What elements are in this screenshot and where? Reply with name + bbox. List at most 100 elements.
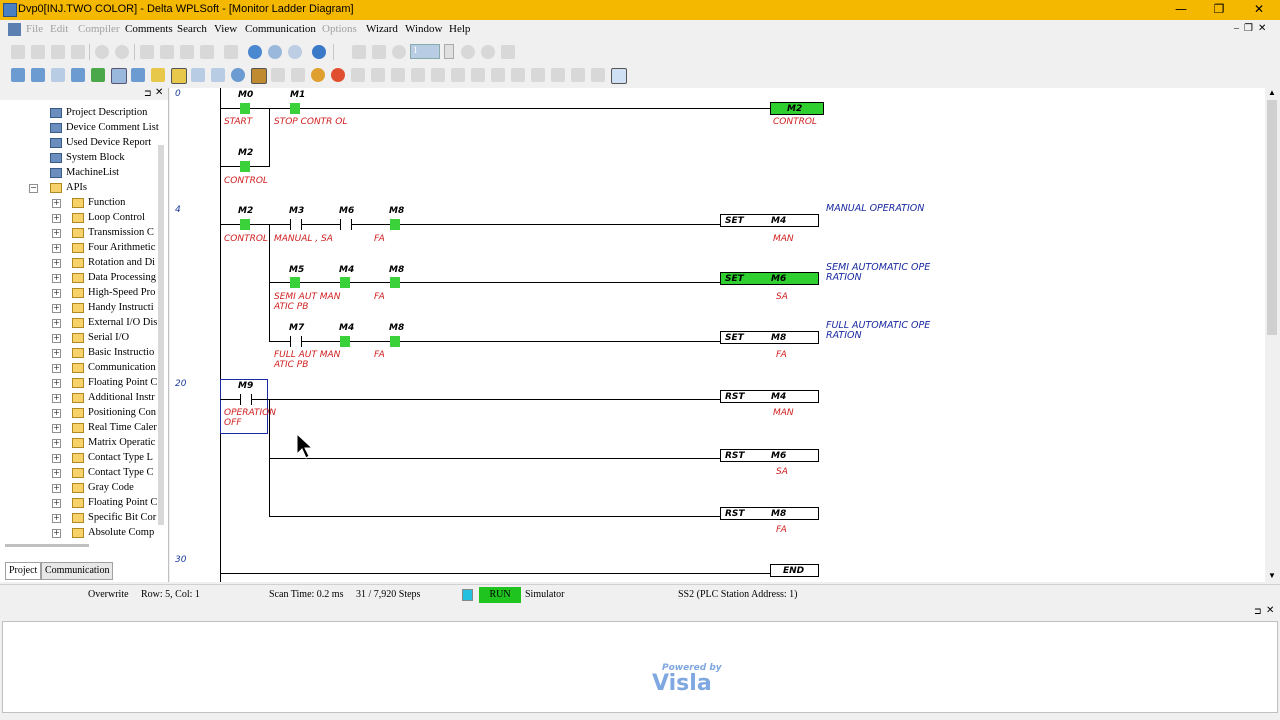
close-button[interactable]: ✕ [1240, 0, 1278, 20]
menu-wizard[interactable]: Wizard [366, 23, 398, 35]
coil-icon[interactable] [391, 68, 405, 82]
menu-edit[interactable]: Edit [50, 23, 68, 35]
upload-icon[interactable] [372, 45, 386, 59]
coil-rst-m6[interactable]: RST M6 [720, 449, 819, 462]
open-icon[interactable] [31, 45, 45, 59]
output-close-icon[interactable]: ✕ [1266, 605, 1274, 616]
expand-icon[interactable]: + [52, 349, 61, 358]
tree-item[interactable]: + Additional Instr [0, 391, 160, 406]
step-spinner[interactable] [444, 44, 454, 59]
reset-icon[interactable] [501, 45, 515, 59]
tree-item[interactable]: + Matrix Operatic [0, 436, 160, 451]
tree-item[interactable]: Used Device Report [0, 136, 160, 151]
step-input[interactable]: 1 [410, 44, 440, 59]
invert-icon[interactable] [511, 68, 525, 82]
menu-options[interactable]: Options [322, 23, 357, 35]
expand-icon[interactable]: + [52, 199, 61, 208]
menu-search[interactable]: Search [177, 23, 207, 35]
expand-icon[interactable]: + [52, 424, 61, 433]
mdi-restore-icon[interactable]: ❐ [1244, 23, 1253, 34]
expand-icon[interactable]: + [52, 484, 61, 493]
menu-comments[interactable]: Comments [125, 23, 173, 35]
tree-item[interactable]: System Block [0, 151, 160, 166]
contact-m0[interactable] [240, 103, 250, 114]
hline-icon[interactable] [411, 68, 425, 82]
stop-icon[interactable] [481, 45, 495, 59]
contact-m5[interactable] [290, 277, 300, 288]
expand-icon[interactable]: + [52, 304, 61, 313]
tree-item[interactable]: + Four Arithmetic [0, 241, 160, 256]
scroll-up-icon[interactable]: ▲ [1268, 88, 1276, 97]
contact-m1[interactable] [290, 103, 300, 114]
tab-communication[interactable]: Communication [41, 562, 114, 580]
falling-edge-icon[interactable] [491, 68, 505, 82]
tree-item[interactable]: + Serial I/O [0, 331, 160, 346]
coil-rst-m4[interactable]: RST M4 [720, 390, 819, 403]
coil-set-m8[interactable]: SET M8 [720, 331, 819, 344]
contact-m8[interactable] [390, 277, 400, 288]
run-icon[interactable] [461, 45, 475, 59]
expand-icon[interactable]: + [52, 319, 61, 328]
pin-icon[interactable] [231, 68, 245, 82]
app-icon[interactable] [3, 3, 17, 17]
pen-icon[interactable] [171, 68, 187, 84]
end-instruction[interactable]: END [770, 564, 819, 577]
tab-project[interactable]: Project [5, 562, 42, 580]
expand-icon[interactable]: + [52, 259, 61, 268]
contact-no-icon[interactable] [351, 68, 365, 82]
contact-m2[interactable] [240, 161, 250, 172]
minimize-button[interactable]: — [1162, 0, 1200, 20]
contact-m2[interactable] [240, 219, 250, 230]
save-icon[interactable] [51, 45, 65, 59]
expand-icon[interactable]: + [52, 364, 61, 373]
apply-icon[interactable] [451, 68, 465, 82]
menu-help[interactable]: Help [449, 23, 470, 35]
coil-rst-m8[interactable]: RST M8 [720, 507, 819, 520]
tree-item[interactable]: + Real Time Caler [0, 421, 160, 436]
scroll-thumb[interactable] [1267, 100, 1277, 335]
contact-m8[interactable] [390, 336, 400, 347]
expand-icon[interactable]: + [52, 244, 61, 253]
menu-compiler[interactable]: Compiler [78, 23, 120, 35]
panel-close-icon[interactable]: ✕ [155, 87, 163, 98]
tree-item[interactable]: + Handy Instructi [0, 301, 160, 316]
online-icon[interactable] [95, 45, 109, 59]
paste-special-icon[interactable] [200, 45, 214, 59]
tree-item[interactable]: + Floating Point C [0, 376, 160, 391]
scroll-down-icon[interactable]: ▼ [1268, 571, 1276, 580]
cut-icon[interactable] [140, 45, 154, 59]
expand-icon[interactable]: + [52, 499, 61, 508]
zoom-out-icon[interactable] [268, 45, 282, 59]
expand-icon[interactable]: + [52, 454, 61, 463]
tree-item[interactable]: + Rotation and Di [0, 256, 160, 271]
tree-item[interactable]: + Specific Bit Cor [0, 511, 160, 526]
replace-icon[interactable] [591, 68, 605, 82]
insert-row-icon[interactable] [191, 68, 205, 82]
coil-set-m6[interactable]: SET M6 [720, 272, 819, 285]
new-icon[interactable] [11, 45, 25, 59]
expand-icon[interactable]: + [52, 334, 61, 343]
block-icon[interactable] [271, 68, 285, 82]
maximize-button[interactable]: ❐ [1200, 0, 1238, 20]
tree-item[interactable]: + Data Processing [0, 271, 160, 286]
menu-window[interactable]: Window [405, 23, 442, 35]
ladder-vscrollbar[interactable]: ▲ ▼ [1265, 88, 1280, 582]
expand-icon[interactable]: + [52, 274, 61, 283]
stop-sign-icon[interactable] [331, 68, 345, 82]
expand-icon[interactable]: + [52, 214, 61, 223]
contact-m4[interactable] [340, 336, 350, 347]
output-pin-icon[interactable]: ⊐ [1254, 606, 1262, 617]
tree-item[interactable]: + Loop Control [0, 211, 160, 226]
tree-item[interactable]: Project Description [0, 106, 160, 121]
delete-row-icon[interactable] [211, 68, 225, 82]
expand-icon[interactable]: + [52, 379, 61, 388]
panel-pin-icon[interactable]: ⊐ [144, 88, 152, 99]
tree-item[interactable]: + Gray Code [0, 481, 160, 496]
expand-icon[interactable]: + [52, 289, 61, 298]
monitor-mode-icon[interactable] [111, 68, 127, 84]
mdi-close-icon[interactable]: ✕ [1258, 23, 1266, 34]
tree-item[interactable]: + Communication [0, 361, 160, 376]
expand-icon[interactable]: + [52, 439, 61, 448]
collapse-icon[interactable]: − [29, 184, 38, 193]
contact-m9[interactable] [240, 394, 252, 405]
